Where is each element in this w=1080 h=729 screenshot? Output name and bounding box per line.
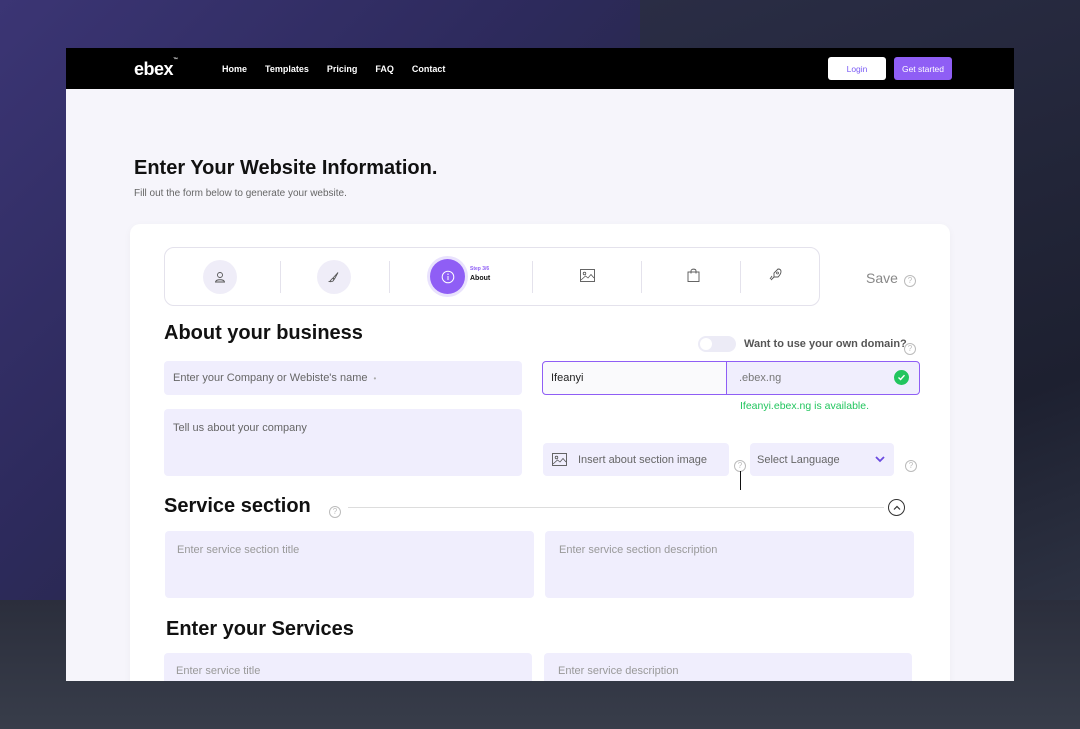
stepper: Step 3/6 About [164, 247, 820, 306]
step-name: About [470, 275, 491, 282]
nav-link-pricing[interactable]: Pricing [327, 64, 358, 74]
company-description-textarea[interactable]: Tell us about your company [164, 409, 522, 476]
about-image-upload[interactable]: Insert about section image [543, 443, 729, 476]
step-design[interactable] [317, 260, 351, 294]
nav-link-templates[interactable]: Templates [265, 64, 309, 74]
step-about-active[interactable] [430, 259, 465, 294]
chevron-up-icon[interactable] [888, 499, 905, 516]
get-started-button[interactable]: Get started [894, 57, 952, 80]
step-divider [740, 261, 741, 293]
about-image-placeholder: Insert about section image [578, 453, 708, 466]
own-domain-toggle[interactable] [698, 336, 736, 352]
service-description-input[interactable]: Enter service description [544, 653, 912, 681]
subdomain-field: Ifeanyi .ebex.ng [542, 361, 920, 395]
language-placeholder: Select Language [757, 453, 840, 466]
nav-links: Home Templates Pricing FAQ Contact [222, 48, 463, 89]
page-title: Enter Your Website Information. [134, 157, 438, 179]
help-icon[interactable]: ? [904, 270, 916, 288]
divider [348, 507, 884, 508]
top-nav: ebex™ Home Templates Pricing FAQ Contact… [66, 48, 1014, 89]
step-divider [641, 261, 642, 293]
help-icon[interactable]: ? [329, 501, 341, 519]
step-images[interactable] [577, 265, 597, 285]
save-button[interactable]: Save [866, 270, 898, 286]
step-divider [280, 261, 281, 293]
availability-message: Ifeanyi.ebex.ng is available. [740, 400, 869, 412]
bag-icon [687, 268, 699, 282]
step-shop[interactable] [683, 265, 703, 285]
toggle-knob [700, 338, 712, 350]
company-name-input[interactable]: Enter your Company or Webiste's name • [164, 361, 522, 395]
step-profile[interactable] [203, 260, 237, 294]
text-cursor [740, 471, 741, 490]
nav-link-contact[interactable]: Contact [412, 64, 446, 74]
step-number: Step 3/6 [470, 266, 490, 272]
service-section-description-input[interactable]: Enter service section description [545, 531, 914, 598]
brush-icon [328, 272, 339, 283]
logo[interactable]: ebex™ [134, 57, 178, 80]
step-divider [532, 261, 533, 293]
subdomain-input[interactable]: Ifeanyi [543, 362, 727, 394]
image-icon [552, 453, 567, 466]
check-icon [894, 370, 909, 385]
step-meta: Step 3/6 About [470, 266, 490, 282]
required-dot: • [373, 373, 377, 383]
help-icon[interactable]: ? [905, 455, 917, 473]
info-icon [441, 270, 454, 283]
form-card: Step 3/6 About Save ? About your busines… [130, 224, 950, 681]
image-icon [579, 268, 595, 282]
service-section-heading: Service section [164, 495, 311, 517]
about-heading: About your business [164, 322, 363, 344]
user-icon [214, 272, 226, 283]
nav-link-faq[interactable]: FAQ [375, 64, 394, 74]
rocket-icon [769, 268, 782, 281]
service-section-title-input[interactable]: Enter service section title [165, 531, 534, 598]
own-domain-label: Want to use your own domain? [744, 338, 907, 350]
login-button[interactable]: Login [828, 57, 886, 80]
nav-link-home[interactable]: Home [222, 64, 247, 74]
help-icon[interactable]: ? [904, 338, 916, 356]
services-heading: Enter your Services [166, 618, 354, 640]
step-launch[interactable] [766, 265, 786, 285]
domain-suffix: .ebex.ng [739, 372, 782, 384]
browser-frame: ebex™ Home Templates Pricing FAQ Contact… [66, 48, 1014, 681]
company-name-placeholder: Enter your Company or Webiste's name [173, 372, 368, 384]
step-divider [389, 261, 390, 293]
page-subtitle: Fill out the form below to generate your… [134, 188, 347, 199]
language-select[interactable]: Select Language [750, 443, 894, 476]
chevron-down-icon [875, 454, 885, 466]
service-title-input[interactable]: Enter service title [164, 653, 532, 681]
